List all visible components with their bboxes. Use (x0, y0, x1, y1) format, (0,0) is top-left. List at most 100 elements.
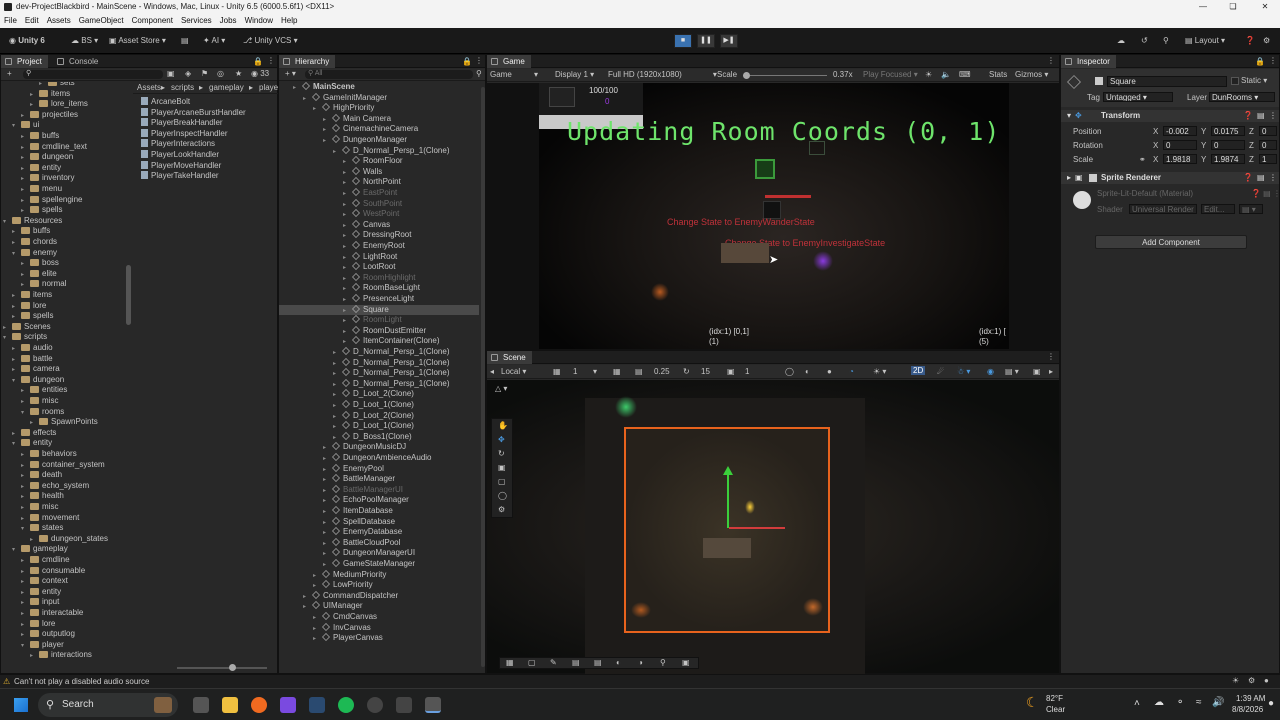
folder-tree-item[interactable]: ▸ chords (12, 237, 57, 248)
icon-size-slider[interactable] (177, 664, 267, 671)
lock-icon[interactable]: 🔒 (462, 57, 472, 66)
menu-gameobject[interactable]: GameObject (75, 14, 128, 28)
visual-studio-icon[interactable] (280, 697, 296, 713)
lock-icon[interactable]: 🔒 (1255, 57, 1265, 66)
pause-button[interactable]: ❚❚ (697, 34, 715, 48)
hierarchy-item[interactable]: ▸ DungeonMusicDJ (279, 442, 479, 453)
increment-icon[interactable]: ▤ (635, 367, 643, 376)
tag-dropdown[interactable]: Untagged ▾ (1103, 92, 1173, 102)
snap-icon[interactable]: ▦ (553, 367, 561, 376)
rotate-tool-icon[interactable]: ↻ (498, 449, 505, 458)
menu-component[interactable]: Component (128, 14, 177, 28)
folder-tree-item[interactable]: ▸ items (30, 89, 70, 100)
menu-assets[interactable]: Assets (43, 14, 75, 28)
folder-tree-item[interactable]: ▸ sets (39, 82, 75, 89)
cloud-sync-icon[interactable]: ☁ (1112, 34, 1130, 48)
game-viewport[interactable]: 100/100 0 Updating Room Coords (0, 1) Ch… (539, 83, 1009, 349)
folder-tree-item[interactable]: ▸ spells (21, 205, 62, 216)
menu-kebab-icon[interactable]: ⋮ (1047, 56, 1055, 65)
windows-start-icon[interactable] (14, 698, 28, 712)
menu-help[interactable]: Help (277, 14, 301, 28)
weather-temp[interactable]: 82°F (1046, 694, 1063, 703)
position-x-field[interactable]: -0.002 (1163, 126, 1197, 136)
notifications-icon[interactable]: ● (1268, 698, 1274, 709)
tree-scrollbar[interactable] (126, 265, 131, 325)
hierarchy-item[interactable]: ▸ HighPriority (279, 103, 479, 114)
folder-tree-item[interactable]: ▾ ui (12, 120, 39, 131)
tab-game[interactable]: Game (487, 55, 531, 68)
vcs-button[interactable]: ⎇ Unity VCS ▾ (238, 34, 303, 48)
hierarchy-item[interactable]: ▸ DungeonManager (279, 135, 479, 146)
tag-icon[interactable]: ⚑ (201, 69, 208, 78)
folder-tree-item[interactable]: ▸ SpawnPoints (30, 417, 98, 428)
tab-console[interactable]: Console (53, 55, 104, 68)
unity-account-button[interactable]: ◉ Unity 6 (4, 34, 50, 48)
microphone-icon[interactable]: ⚬ (1176, 697, 1184, 708)
display-dropdown[interactable]: Display 1 ▾ (555, 70, 594, 79)
toggle-2d-button[interactable]: 2D (911, 366, 926, 375)
hierarchy-scrollbar[interactable] (481, 87, 485, 667)
camera-icon[interactable]: ▣ (1033, 367, 1041, 376)
folder-tree-item[interactable]: ▾ dungeon (12, 375, 64, 386)
chevron-right-icon[interactable]: ▸ (30, 651, 39, 662)
preset-icon[interactable]: ▤ (1257, 110, 1265, 122)
layer-dropdown[interactable]: DunRooms ▾ (1209, 92, 1275, 102)
hierarchy-item[interactable]: ▸ CmdCanvas (279, 612, 479, 623)
steam-icon[interactable] (309, 697, 325, 713)
hierarchy-item[interactable]: ▸ NorthPoint (279, 177, 479, 188)
chevron-down-icon[interactable]: ▾ (3, 217, 12, 228)
hierarchy-item[interactable]: ▸ InvCanvas (279, 623, 479, 634)
script-file-item[interactable]: PlayerMoveHandler (141, 160, 221, 172)
sprite-renderer-header[interactable]: ▸ ▣ Sprite Renderer ❓ ▤ ⋮ (1061, 172, 1279, 184)
hierarchy-item[interactable]: ▸ WestPoint (279, 209, 479, 220)
hierarchy-item[interactable]: ▸ EnemyPool (279, 464, 479, 475)
folder-tree-item[interactable]: ▸ outputlog (21, 629, 75, 640)
chevron-down-icon[interactable]: ▾ (12, 439, 21, 450)
folder-tree-item[interactable]: ▸ echo_system (21, 481, 89, 492)
shortcut-icon[interactable]: ⌨ (959, 70, 971, 79)
script-file-item[interactable]: ArcaneBolt (141, 97, 190, 108)
grid-snap-icon[interactable]: ▦ (613, 367, 621, 376)
tab-inspector[interactable]: Inspector (1061, 55, 1116, 68)
chevron-down-icon[interactable]: ▾ (12, 121, 21, 132)
increment-value[interactable]: 0.25 (654, 367, 670, 376)
tab-scene[interactable]: Scene (487, 351, 532, 364)
visibility-icon[interactable]: ◉ (987, 367, 994, 376)
folder-tree-item[interactable]: ▸ audio (12, 343, 53, 354)
folder-tree-item[interactable]: ▸ context (21, 576, 68, 587)
hierarchy-item[interactable]: ▸ GameInitManager (279, 93, 479, 104)
package-icon[interactable]: ▤ (176, 34, 194, 48)
move-gizmo-y-axis[interactable] (727, 468, 729, 528)
breadcrumb-assets[interactable]: Assets (137, 83, 161, 92)
hierarchy-item[interactable]: ▸ CinemachineCamera (279, 124, 479, 135)
slider-thumb[interactable] (743, 72, 750, 79)
folder-tree-item[interactable]: ▾ Resources (3, 216, 62, 227)
hierarchy-item[interactable]: ▸ CommandDispatcher (279, 591, 479, 602)
hierarchy-item[interactable]: ▸ RoomHighlight (279, 273, 479, 284)
lock-icon[interactable]: 🔒 (253, 57, 263, 66)
hierarchy-item[interactable]: ▸ D_Boss1(Clone) (279, 432, 479, 443)
folder-tree-item[interactable]: ▸ lore (21, 619, 55, 630)
hierarchy-item[interactable]: ▸ D_Loot_2(Clone) (279, 411, 479, 422)
folder-tree-item[interactable]: ▸ death (21, 470, 62, 481)
gameobject-name-field[interactable]: Square (1107, 76, 1227, 87)
folder-tree-item[interactable]: ▾ gameplay (12, 544, 68, 555)
folder-tree-item[interactable]: ▾ states (21, 523, 63, 534)
play-focused-dropdown[interactable]: Play Focused ▾ (863, 70, 918, 79)
stats-button[interactable]: Stats (989, 70, 1007, 79)
position-y-field[interactable]: 0.0175 (1211, 126, 1245, 136)
folder-tree-item[interactable]: ▸ cmdline_text (21, 142, 87, 153)
menu-kebab-icon[interactable]: ⋮ (1047, 352, 1055, 361)
brush-icon[interactable]: ✎ (550, 658, 557, 667)
hierarchy-item[interactable]: ▸ EnemyDatabase (279, 527, 479, 538)
hierarchy-item[interactable]: ▸ MainScene (279, 82, 479, 93)
status-message[interactable]: Can't not play a disabled audio source (14, 677, 149, 686)
box-fill-icon[interactable]: ▤ (572, 658, 580, 667)
scene-view[interactable]: △ ▾ ✋ ✥ ↻ ▣ ▢ ◯ ⚙ (487, 380, 1059, 678)
bs-account-button[interactable]: ☁ BS ▾ (66, 34, 103, 48)
hierarchy-item[interactable]: ▸ UIManager (279, 601, 479, 612)
scale-z-field[interactable]: 1 (1259, 154, 1277, 164)
hierarchy-item[interactable]: ▸ DressingRoot (279, 230, 479, 241)
menu-kebab-icon[interactable]: ⋮ (1269, 110, 1277, 122)
edit-shader-button[interactable]: Edit... (1201, 204, 1235, 214)
